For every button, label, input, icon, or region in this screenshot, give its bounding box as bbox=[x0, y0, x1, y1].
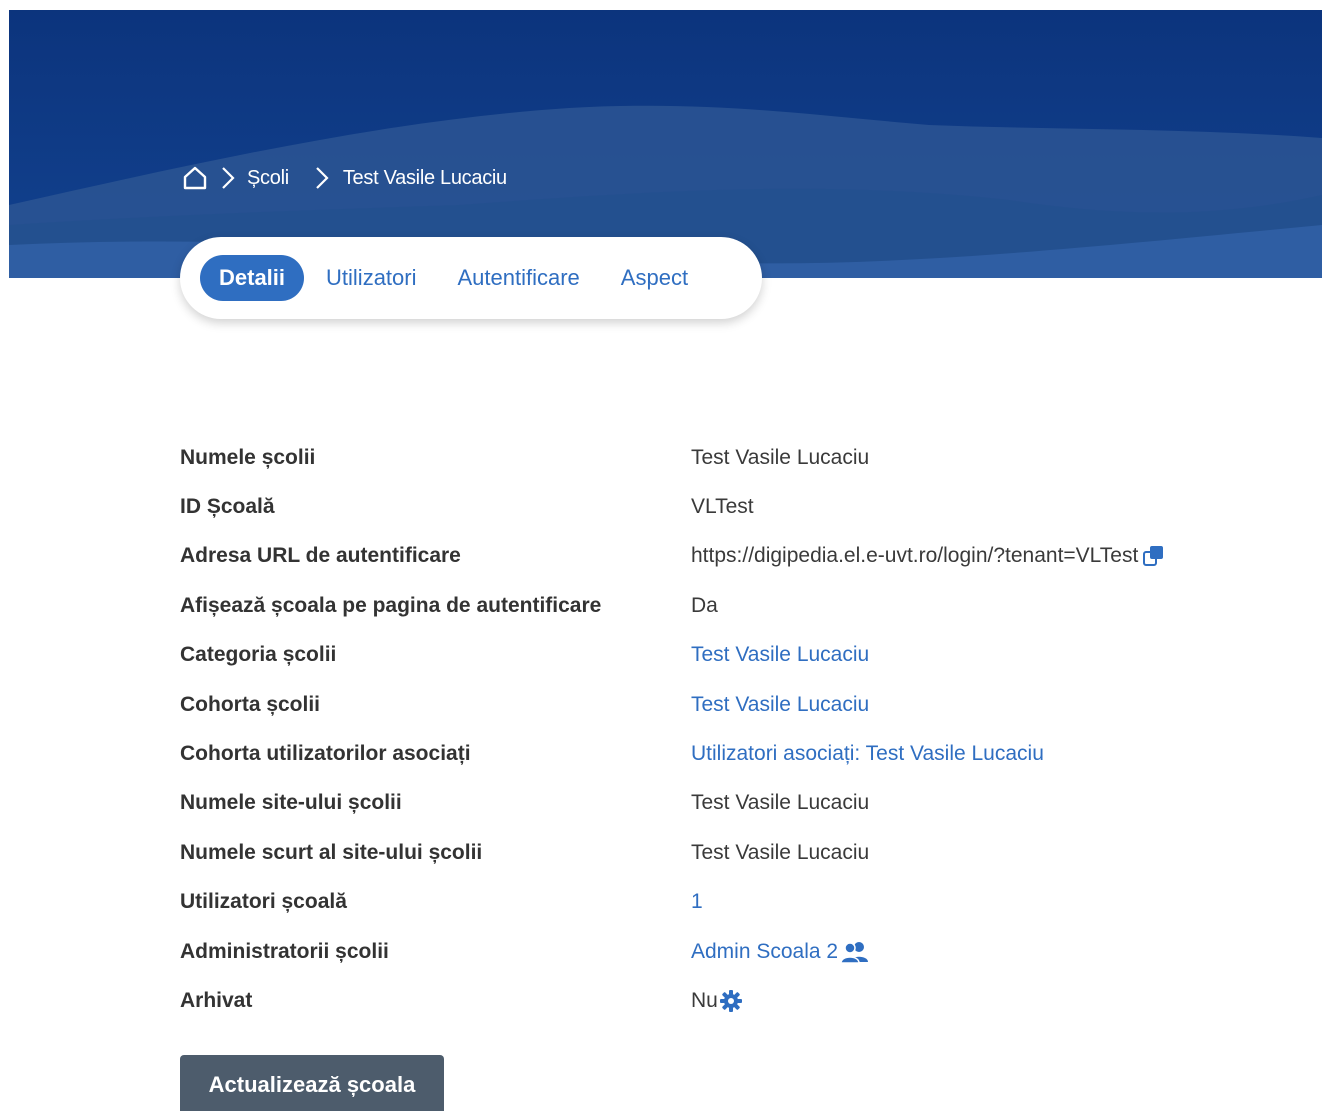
detail-row-school-name: Numele școlii Test Vasile Lucaciu bbox=[180, 433, 1280, 482]
chevron-right-icon bbox=[213, 164, 243, 192]
detail-value-wrapper: Nu bbox=[691, 989, 743, 1013]
detail-row-cohort: Cohorta școlii Test Vasile Lucaciu bbox=[180, 680, 1280, 729]
detail-label: Utilizatori școală bbox=[180, 890, 347, 914]
copy-icon[interactable] bbox=[1142, 545, 1166, 567]
archived-value: Nu bbox=[691, 988, 718, 1012]
detail-label: Numele scurt al site-ului școlii bbox=[180, 840, 483, 864]
update-school-button[interactable]: Actualizează școala bbox=[180, 1055, 444, 1111]
breadcrumb-current: Test Vasile Lucaciu bbox=[342, 166, 507, 189]
detail-label: Arhivat bbox=[180, 988, 253, 1012]
category-link[interactable]: Test Vasile Lucaciu bbox=[691, 643, 869, 667]
gear-icon[interactable] bbox=[719, 989, 743, 1013]
school-details: Numele școlii Test Vasile Lucaciu ID Șco… bbox=[180, 433, 1280, 1026]
tab-users[interactable]: Utilizatori bbox=[307, 255, 435, 301]
detail-label: Numele școlii bbox=[180, 445, 316, 469]
detail-label: Administratorii școlii bbox=[180, 939, 389, 963]
detail-row-site-shortname: Numele scurt al site-ului școlii Test Va… bbox=[180, 828, 1280, 877]
detail-value-wrapper: https://digipedia.el.e-uvt.ro/login/?ten… bbox=[691, 544, 1166, 568]
detail-row-school-id: ID Școală VLTest bbox=[180, 482, 1280, 531]
detail-row-associated-cohort: Cohorta utilizatorilor asociați Utilizat… bbox=[180, 729, 1280, 778]
associated-cohort-link[interactable]: Utilizatori asociați: Test Vasile Lucaci… bbox=[691, 742, 1044, 766]
detail-value: Test Vasile Lucaciu bbox=[691, 791, 870, 815]
detail-label: Cohorta utilizatorilor asociați bbox=[180, 742, 471, 766]
detail-value: Da bbox=[691, 593, 718, 617]
detail-value: Test Vasile Lucaciu bbox=[691, 445, 870, 469]
detail-label: Adresa URL de autentificare bbox=[180, 544, 461, 568]
detail-label: Cohorta școlii bbox=[180, 692, 321, 716]
detail-row-archived: Arhivat Nu bbox=[180, 976, 1280, 1025]
breadcrumb: Școli Test Vasile Lucaciu bbox=[181, 162, 507, 194]
admin-link[interactable]: Admin Scoala 2 bbox=[691, 940, 838, 964]
cohort-link[interactable]: Test Vasile Lucaciu bbox=[691, 693, 869, 717]
tab-bar: Detalii Utilizatori Autentificare Aspect bbox=[180, 237, 762, 319]
detail-label: ID Școală bbox=[180, 495, 275, 519]
tab-authentication[interactable]: Autentificare bbox=[439, 255, 599, 301]
breadcrumb-schools-link[interactable]: Școli bbox=[247, 167, 289, 190]
detail-row-category: Categoria școlii Test Vasile Lucaciu bbox=[180, 631, 1280, 680]
detail-row-show-on-login: Afișează școala pe pagina de autentifica… bbox=[180, 581, 1280, 630]
detail-value-wrapper: Admin Scoala 2 bbox=[691, 940, 870, 964]
home-icon[interactable] bbox=[181, 164, 209, 192]
detail-row-site-name: Numele site-ului școlii Test Vasile Luca… bbox=[180, 779, 1280, 828]
detail-value: Test Vasile Lucaciu bbox=[691, 840, 870, 864]
detail-row-users: Utilizatori școală 1 bbox=[180, 878, 1280, 927]
users-count-link[interactable]: 1 bbox=[691, 890, 703, 914]
detail-label: Afișează școala pe pagina de autentifica… bbox=[180, 593, 602, 617]
detail-value: VLTest bbox=[691, 495, 754, 519]
detail-label: Numele site-ului școlii bbox=[180, 791, 402, 815]
detail-row-login-url: Adresa URL de autentificare https://digi… bbox=[180, 532, 1280, 581]
detail-row-admins: Administratorii școlii Admin Scoala 2 bbox=[180, 927, 1280, 976]
login-url-text: https://digipedia.el.e-uvt.ro/login/?ten… bbox=[691, 544, 1139, 568]
detail-label: Categoria școlii bbox=[180, 643, 337, 667]
page: Școli Test Vasile Lucaciu Detalii Utiliz… bbox=[0, 0, 1322, 1111]
users-icon[interactable] bbox=[840, 940, 870, 964]
tab-details[interactable]: Detalii bbox=[200, 255, 305, 301]
tab-appearance[interactable]: Aspect bbox=[602, 255, 707, 301]
chevron-right-icon bbox=[307, 164, 337, 192]
